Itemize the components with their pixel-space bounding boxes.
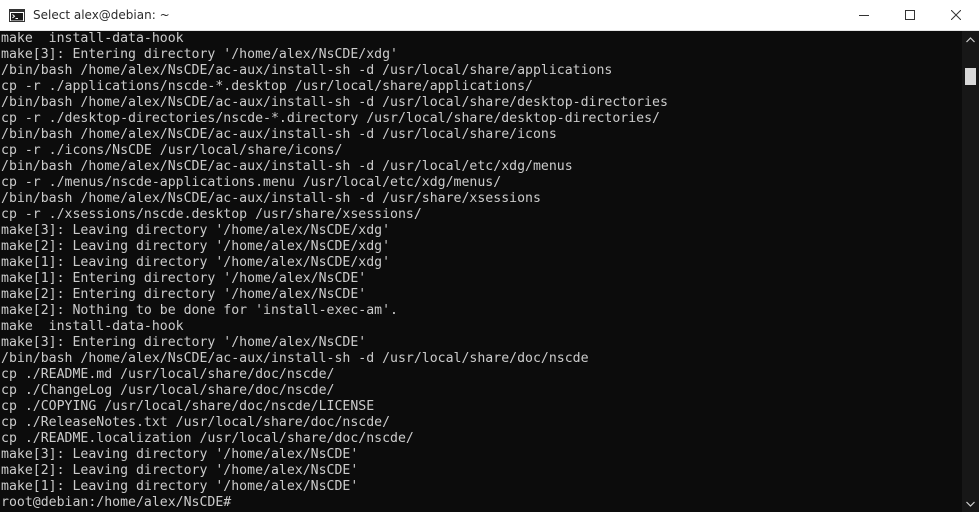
terminal-line: make[1]: Leaving directory '/home/alex/N…	[1, 479, 359, 494]
terminal-line: /bin/bash /home/alex/NsCDE/ac-aux/instal…	[1, 191, 541, 206]
terminal-line: cp -r ./xsessions/nscde.desktop /usr/sha…	[1, 207, 422, 222]
terminal-line: /bin/bash /home/alex/NsCDE/ac-aux/instal…	[1, 95, 668, 110]
minimize-button[interactable]	[841, 0, 887, 30]
window-title: Select alex@debian: ~	[33, 8, 170, 22]
scrollbar-thumb[interactable]	[965, 68, 976, 85]
terminal-line: cp -r ./applications/nscde-*.desktop /us…	[1, 79, 533, 94]
text-cursor	[231, 495, 239, 511]
terminal-line: make[2]: Entering directory '/home/alex/…	[1, 287, 367, 302]
console-icon[interactable]	[9, 8, 25, 22]
scroll-up-arrow-icon	[966, 36, 975, 42]
terminal-line: make install-data-hook	[1, 319, 184, 334]
maximize-button[interactable]	[887, 0, 933, 30]
terminal-line: cp ./README.md /usr/local/share/doc/nscd…	[1, 367, 335, 382]
terminal-line: make[3]: Entering directory '/home/alex/…	[1, 335, 367, 350]
scroll-up-button[interactable]	[962, 31, 979, 48]
terminal-line: make[1]: Leaving directory '/home/alex/N…	[1, 255, 391, 270]
minimize-icon	[859, 15, 869, 16]
terminal-line: make[2]: Leaving directory '/home/alex/N…	[1, 239, 391, 254]
window-controls	[841, 0, 979, 30]
terminal-line: make[3]: Entering directory '/home/alex/…	[1, 47, 398, 62]
title-bar[interactable]: Select alex@debian: ~	[0, 0, 979, 31]
terminal-line: make[1]: Entering directory '/home/alex/…	[1, 271, 367, 286]
terminal-line: make[3]: Leaving directory '/home/alex/N…	[1, 447, 359, 462]
terminal-line: /bin/bash /home/alex/NsCDE/ac-aux/instal…	[1, 127, 557, 142]
terminal-line: cp -r ./menus/nscde-applications.menu /u…	[1, 175, 502, 190]
terminal-line: cp ./ReleaseNotes.txt /usr/local/share/d…	[1, 415, 391, 430]
terminal-line: cp ./COPYING /usr/local/share/doc/nscde/…	[1, 399, 375, 414]
terminal-line: make[2]: Nothing to be done for 'install…	[1, 303, 398, 318]
terminal-window: Select alex@debian: ~ make install-data-…	[0, 0, 979, 512]
terminal-line: /bin/bash /home/alex/NsCDE/ac-aux/instal…	[1, 63, 613, 78]
terminal-line: make install-data-hook	[1, 31, 184, 46]
terminal-line: /bin/bash /home/alex/NsCDE/ac-aux/instal…	[1, 159, 573, 174]
terminal-output[interactable]: make install-data-hook make[3]: Entering…	[0, 31, 960, 512]
scroll-down-button[interactable]	[962, 495, 979, 512]
vertical-scrollbar[interactable]	[962, 31, 979, 512]
terminal-line: make[2]: Leaving directory '/home/alex/N…	[1, 463, 359, 478]
scroll-down-arrow-icon	[966, 501, 975, 507]
terminal-line: cp -r ./icons/NsCDE /usr/local/share/ico…	[1, 143, 343, 158]
terminal-line: /bin/bash /home/alex/NsCDE/ac-aux/instal…	[1, 351, 589, 366]
close-icon	[951, 10, 961, 20]
command-prompt-line[interactable]: root@debian:/home/alex/NsCDE#	[0, 495, 960, 511]
terminal-line: make[3]: Leaving directory '/home/alex/N…	[1, 223, 391, 238]
terminal-line: cp -r ./desktop-directories/nscde-*.dire…	[1, 111, 660, 126]
terminal-line: cp ./README.localization /usr/local/shar…	[1, 431, 414, 446]
terminal-line: cp ./ChangeLog /usr/local/share/doc/nscd…	[1, 383, 335, 398]
shell-prompt: root@debian:/home/alex/NsCDE#	[1, 495, 232, 510]
close-button[interactable]	[933, 0, 979, 30]
maximize-icon	[905, 10, 915, 20]
